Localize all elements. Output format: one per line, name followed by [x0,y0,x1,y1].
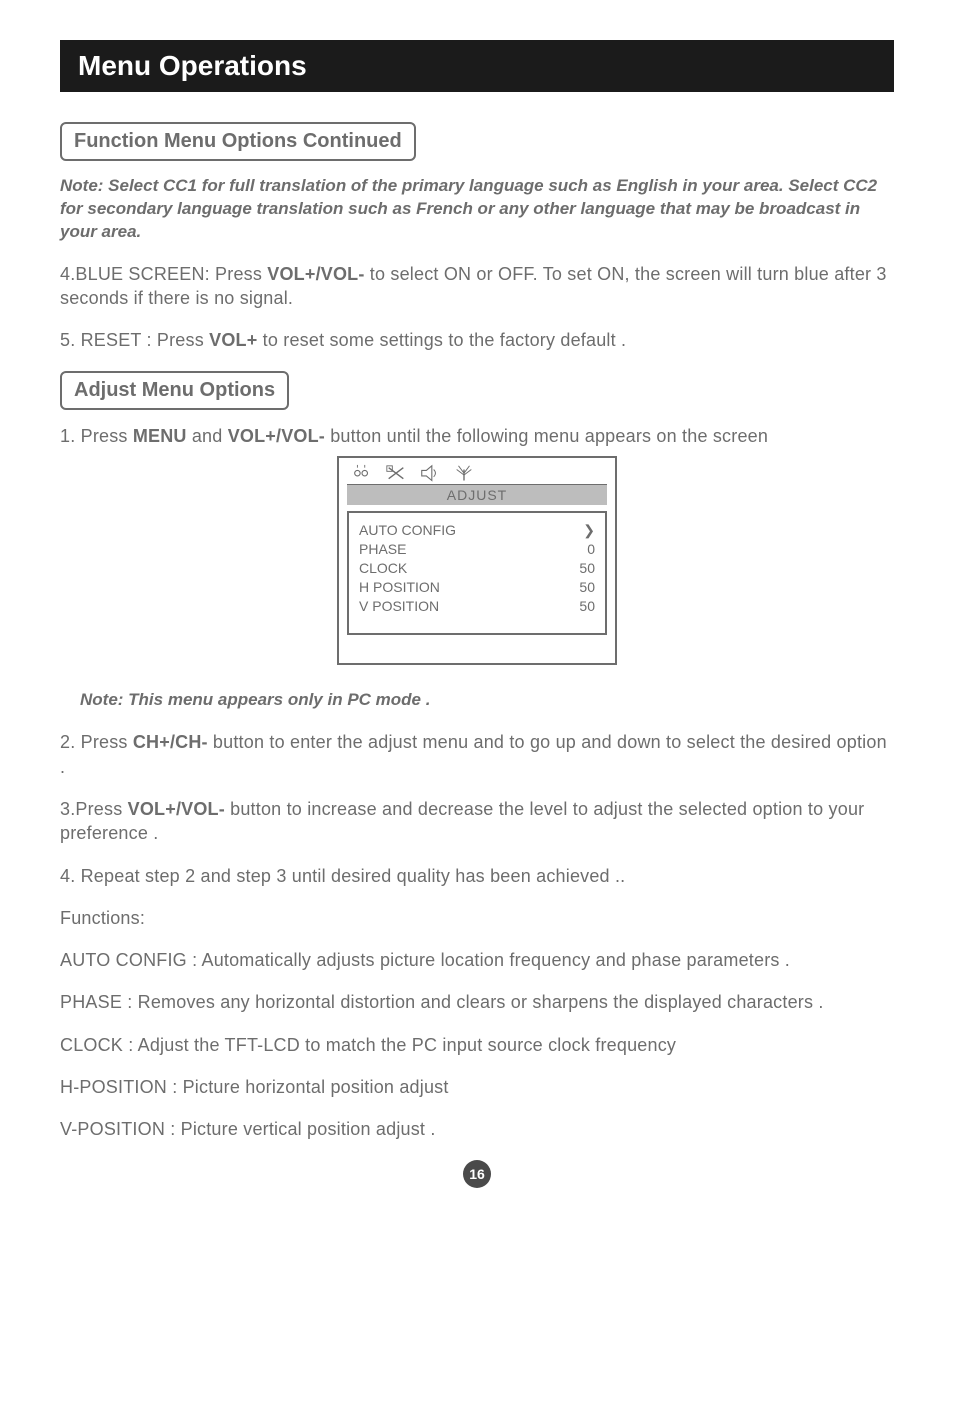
text: 5. RESET : Press [60,330,209,350]
paragraph-step3: 3.Press VOL+/VOL- button to increase and… [60,797,894,846]
functions-heading: Functions: [60,906,894,930]
function-phase: PHASE : Removes any horizontal distortio… [60,990,894,1014]
osd-row-value: 0 [587,540,595,559]
paragraph-step1: 1. Press MENU and VOL+/VOL- button until… [60,424,894,448]
osd-row-label: PHASE [359,540,406,559]
bold-vol: VOL+/VOL- [267,264,364,284]
page: Menu Operations Function Menu Options Co… [0,0,954,1228]
speaker-icon [419,464,441,482]
note-pc-mode: Note: This menu appears only in PC mode … [80,689,894,712]
osd-row-label: AUTO CONFIG [359,521,456,540]
function-v-position: V-POSITION : Picture vertical position a… [60,1117,894,1141]
page-number-badge: 16 [463,1160,491,1188]
text: 2. Press [60,732,133,752]
osd-row-value: 50 [579,597,595,616]
brightness-icon [351,464,373,482]
bold-vol: VOL+/VOL- [128,799,225,819]
paragraph-step2: 2. Press CH+/CH- button to enter the adj… [60,730,894,779]
text: 3.Press [60,799,128,819]
section-heading-adjust-menu: Adjust Menu Options [60,371,289,410]
osd-row-clock: CLOCK 50 [359,559,595,578]
osd-row-v-position: V POSITION 50 [359,597,595,616]
osd-row-h-position: H POSITION 50 [359,578,595,597]
paragraph-reset: 5. RESET : Press VOL+ to reset some sett… [60,328,894,352]
osd-row-label: CLOCK [359,559,407,578]
bold-ch: CH+/CH- [133,732,208,752]
text: 1. Press [60,426,133,446]
text: to reset some settings to the factory de… [257,330,626,350]
note-cc-languages: Note: Select CC1 for full translation of… [60,175,894,244]
paragraph-step4: 4. Repeat step 2 and step 3 until desire… [60,864,894,888]
text: 4.BLUE SCREEN: Press [60,264,267,284]
osd-menu-diagram: ADJUST AUTO CONFIG ❯ PHASE 0 CLOCK 50 H … [337,456,617,665]
bold-vol-plus: VOL+ [209,330,257,350]
function-clock: CLOCK : Adjust the TFT-LCD to match the … [60,1033,894,1057]
arrow-right-icon: ❯ [583,521,595,540]
bold-vol: VOL+/VOL- [228,426,325,446]
osd-row-label: H POSITION [359,578,440,597]
osd-inner-box: AUTO CONFIG ❯ PHASE 0 CLOCK 50 H POSITIO… [347,511,607,635]
settings-icon [385,464,407,482]
osd-title-bar: ADJUST [347,484,607,505]
function-h-position: H-POSITION : Picture horizontal position… [60,1075,894,1099]
osd-row-label: V POSITION [359,597,439,616]
osd-row-value: 50 [579,559,595,578]
bold-menu: MENU [133,426,187,446]
text: and [187,426,228,446]
text: button until the following menu appears … [325,426,768,446]
banner-title: Menu Operations [60,40,894,92]
paragraph-blue-screen: 4.BLUE SCREEN: Press VOL+/VOL- to select… [60,262,894,311]
osd-row-phase: PHASE 0 [359,540,595,559]
osd-row-auto-config: AUTO CONFIG ❯ [359,521,595,540]
section-heading-function-menu: Function Menu Options Continued [60,122,416,161]
function-auto-config: AUTO CONFIG : Automatically adjusts pict… [60,948,894,972]
antenna-icon [453,464,475,482]
osd-row-value: 50 [579,578,595,597]
osd-icon-row [347,464,607,482]
